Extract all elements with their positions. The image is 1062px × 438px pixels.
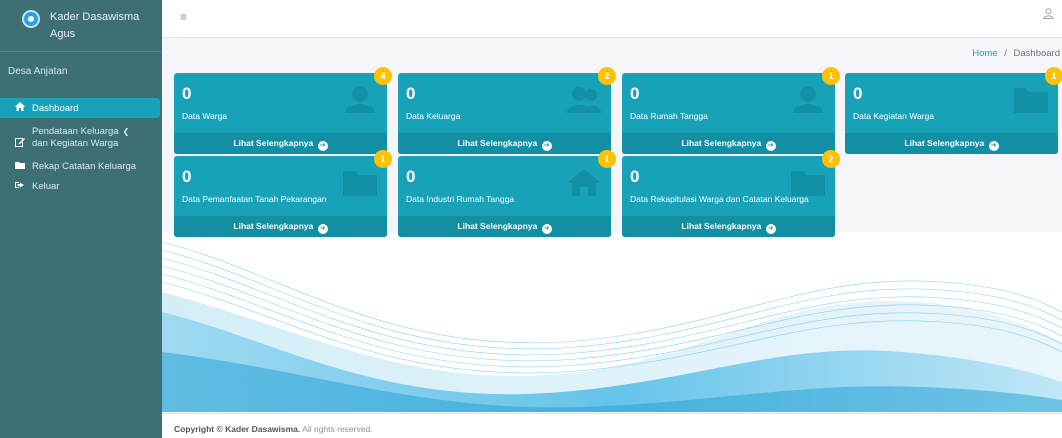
folder-icon bbox=[1014, 88, 1048, 113]
arrow-circle-right-icon: ➜ bbox=[317, 224, 328, 234]
card-data-pemanfaatan-tanah: 0 Data Pemanfaatan Tanah Pekarangan 1 Li… bbox=[174, 150, 392, 237]
hamburger-menu-icon[interactable]: ≡ bbox=[180, 10, 187, 24]
more-info-link[interactable]: Lihat Selengkapnya ➜ bbox=[174, 216, 387, 237]
page-footer: Copyright © Kader Dasawisma. All rights … bbox=[162, 413, 1062, 438]
breadcrumb: Home / Dashboard bbox=[972, 48, 1060, 59]
notification-badge: 4 bbox=[374, 67, 392, 85]
sidebar-item-rekap[interactable]: Rekap Catatan Keluarga bbox=[0, 156, 162, 176]
arrow-circle-right-icon: ➜ bbox=[765, 224, 776, 234]
more-info-label: Lihat Selengkapnya bbox=[457, 138, 538, 148]
more-info-link[interactable]: Lihat Selengkapnya ➜ bbox=[174, 133, 387, 154]
sidebar-item-label: Dashboard bbox=[32, 102, 79, 114]
arrow-circle-right-icon: ➜ bbox=[765, 141, 776, 151]
breadcrumb-home-link[interactable]: Home bbox=[972, 48, 997, 59]
more-info-link[interactable]: Lihat Selengkapnya ➜ bbox=[398, 216, 611, 237]
sidebar-item-keluar[interactable]: Keluar bbox=[0, 176, 162, 196]
user-menu-icon[interactable] bbox=[1043, 8, 1054, 22]
more-info-label: Lihat Selengkapnya bbox=[233, 221, 314, 231]
notification-badge: 1 bbox=[598, 150, 616, 168]
sidebar-item-label: Keluar bbox=[32, 180, 60, 192]
arrow-circle-right-icon: ➜ bbox=[317, 141, 328, 151]
sidebar-item-label: Rekap Catatan Keluarga bbox=[32, 160, 137, 172]
user-name: Agus bbox=[50, 28, 76, 40]
card-value: 0 bbox=[853, 84, 863, 103]
card-label: Data Keluarga bbox=[406, 111, 461, 121]
card-value: 0 bbox=[182, 84, 192, 103]
notification-badge: 1 bbox=[822, 67, 840, 85]
card-value: 0 bbox=[406, 167, 416, 186]
chevron-left-icon: ❮ bbox=[122, 127, 130, 136]
arrow-circle-right-icon: ➜ bbox=[541, 224, 552, 234]
breadcrumb-separator: / bbox=[1004, 48, 1007, 59]
card-value: 0 bbox=[630, 167, 640, 186]
users-icon bbox=[567, 87, 601, 113]
card-label: Data Industri Rumah Tangga bbox=[406, 194, 515, 204]
more-info-label: Lihat Selengkapnya bbox=[233, 138, 314, 148]
sidebar-nav: Dashboard Pendataan Keluarga ❮ dan Kegiat… bbox=[0, 98, 162, 196]
more-info-label: Lihat Selengkapnya bbox=[681, 221, 762, 231]
home-icon bbox=[567, 169, 601, 196]
card-data-kegiatan-warga: 0 Data Kegiatan Warga 1 Lihat Selengkapn… bbox=[845, 67, 1062, 154]
card-data-rumah-tangga: 0 Data Rumah Tangga 1 Lihat Selengkapnya… bbox=[622, 67, 840, 154]
sidebar-item-label-line1: Pendataan Keluarga bbox=[32, 126, 119, 137]
folder-icon bbox=[791, 171, 825, 196]
topbar: ≡ bbox=[162, 0, 1062, 38]
notification-badge: 2 bbox=[822, 150, 840, 168]
more-info-label: Lihat Selengkapnya bbox=[904, 138, 985, 148]
sidebar-item-dashboard[interactable]: Dashboard bbox=[0, 98, 160, 118]
card-data-warga: 0 Data Warga 4 Lihat Selengkapnya ➜ bbox=[174, 67, 392, 154]
card-label: Data Pemanfaatan Tanah Pekarangan bbox=[182, 194, 327, 204]
card-label: Data Rumah Tangga bbox=[630, 111, 708, 121]
sidebar: Kader Dasawisma Agus Desa Anjatan Dashbo… bbox=[0, 0, 162, 438]
more-info-link[interactable]: Lihat Selengkapnya ➜ bbox=[398, 133, 611, 154]
card-value: 0 bbox=[630, 84, 640, 103]
copyright-brand: Kader Dasawisma. bbox=[225, 424, 301, 434]
copyright-suffix: All rights reserved. bbox=[302, 424, 373, 434]
brand-logo-icon bbox=[22, 10, 40, 28]
arrow-circle-right-icon: ➜ bbox=[541, 141, 552, 151]
notification-badge: 1 bbox=[374, 150, 392, 168]
copyright-prefix: Copyright © bbox=[174, 424, 223, 434]
user-icon bbox=[793, 86, 823, 113]
wave-background bbox=[162, 232, 1062, 412]
home-icon bbox=[14, 102, 26, 114]
more-info-link[interactable]: Lihat Selengkapnya ➜ bbox=[845, 133, 1058, 154]
more-info-label: Lihat Selengkapnya bbox=[681, 138, 762, 148]
card-value: 0 bbox=[182, 167, 192, 186]
card-data-keluarga: 0 Data Keluarga 2 Lihat Selengkapnya ➜ bbox=[398, 67, 616, 154]
card-label: Data Rekapitulasi Warga dan Catatan Kelu… bbox=[630, 194, 809, 204]
folder-icon bbox=[14, 161, 26, 172]
arrow-circle-right-icon: ➜ bbox=[988, 141, 999, 151]
card-data-rekapitulasi: 0 Data Rekapitulasi Warga dan Catatan Ke… bbox=[622, 150, 840, 237]
edit-icon bbox=[14, 137, 26, 150]
user-icon bbox=[345, 86, 375, 113]
card-data-industri-rumah-tangga: 0 Data Industri Rumah Tangga 1 Lihat Sel… bbox=[398, 150, 616, 237]
more-info-link[interactable]: Lihat Selengkapnya ➜ bbox=[622, 133, 835, 154]
breadcrumb-current: Dashboard bbox=[1013, 48, 1060, 59]
notification-badge: 2 bbox=[598, 67, 616, 85]
sidebar-item-pendataan[interactable]: Pendataan Keluarga ❮ dan Kegiatan Warga bbox=[0, 122, 162, 154]
card-value: 0 bbox=[406, 84, 416, 103]
card-label: Data Kegiatan Warga bbox=[853, 111, 934, 121]
sidebar-item-label-line2: dan Kegiatan Warga bbox=[32, 138, 119, 149]
brand[interactable]: Kader Dasawisma Agus bbox=[0, 0, 162, 52]
more-info-link[interactable]: Lihat Selengkapnya ➜ bbox=[622, 216, 835, 237]
card-label: Data Warga bbox=[182, 111, 228, 121]
more-info-label: Lihat Selengkapnya bbox=[457, 221, 538, 231]
folder-icon bbox=[343, 171, 377, 196]
sign-out-icon bbox=[14, 181, 26, 192]
brand-title: Kader Dasawisma bbox=[50, 11, 140, 23]
notification-badge: 1 bbox=[1045, 67, 1062, 85]
